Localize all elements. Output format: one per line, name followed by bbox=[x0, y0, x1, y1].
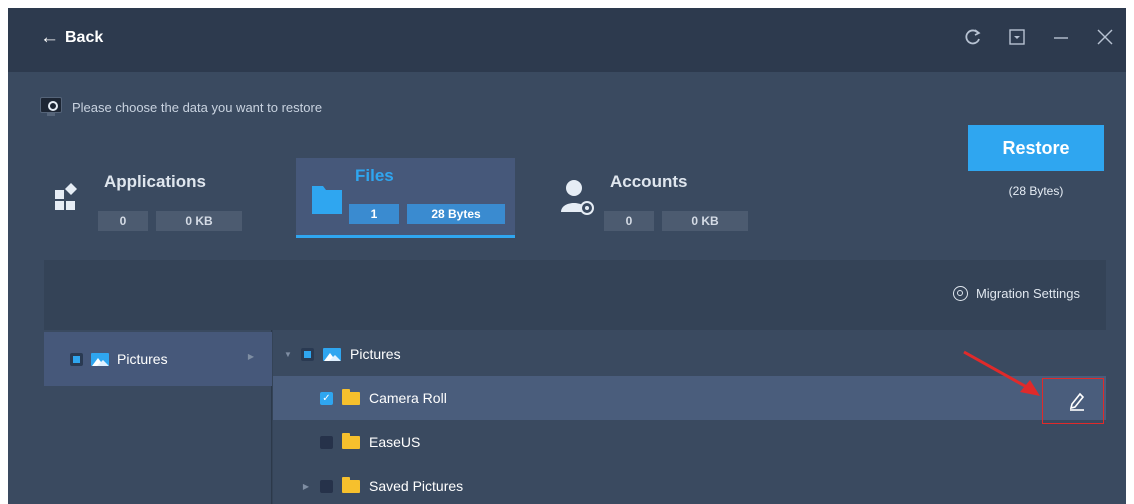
migration-settings-label: Migration Settings bbox=[975, 286, 1080, 301]
files-size-badge: 28 Bytes bbox=[407, 204, 505, 224]
checkbox[interactable] bbox=[70, 352, 83, 366]
close-icon[interactable] bbox=[1094, 26, 1116, 48]
title-bar: ← Back bbox=[8, 8, 1126, 72]
window-controls bbox=[962, 26, 1116, 48]
app-window: ← Back Please choose the data you want t… bbox=[8, 8, 1126, 504]
data-panel: Migration Settings Pictures ▶ ▼ Pictures bbox=[44, 260, 1106, 504]
refresh-icon[interactable] bbox=[962, 26, 984, 48]
restore-size-text: (28 Bytes) bbox=[1008, 184, 1064, 198]
chevron-right-icon: ▶ bbox=[247, 352, 254, 361]
edit-pencil-icon[interactable] bbox=[1069, 391, 1085, 411]
account-gear-icon bbox=[558, 178, 594, 216]
tree-row-label: EaseUS bbox=[369, 434, 421, 450]
tree-row-easeus[interactable]: EaseUS bbox=[273, 420, 1106, 464]
gear-icon bbox=[952, 286, 968, 301]
tab-applications-title: Applications bbox=[104, 172, 207, 191]
checkbox[interactable]: ✓ bbox=[320, 391, 333, 405]
panel-header: Migration Settings bbox=[44, 260, 1106, 330]
minimize-icon[interactable] bbox=[1050, 26, 1072, 48]
category-item-label: Pictures bbox=[117, 351, 168, 367]
tree-row-label: Camera Roll bbox=[369, 390, 447, 406]
pictures-icon bbox=[91, 352, 109, 366]
dropdown-box-icon[interactable] bbox=[1006, 26, 1028, 48]
accounts-count-badge: 0 bbox=[604, 211, 654, 231]
restore-button[interactable]: Restore bbox=[968, 125, 1104, 171]
migration-settings-button[interactable]: Migration Settings bbox=[952, 286, 1080, 301]
category-item-pictures[interactable]: Pictures ▶ bbox=[44, 332, 272, 386]
checkbox[interactable] bbox=[301, 347, 314, 361]
back-label: Back bbox=[65, 28, 104, 46]
restore-prompt: Please choose the data you want to resto… bbox=[40, 97, 322, 117]
tab-accounts[interactable]: Accounts 0 0 KB bbox=[548, 158, 758, 238]
chevron-right-icon[interactable]: ▶ bbox=[299, 482, 313, 491]
tree-row-saved-pictures[interactable]: ▶ Saved Pictures bbox=[273, 464, 1106, 504]
red-arrow-icon bbox=[963, 350, 1040, 396]
back-button[interactable]: ← Back bbox=[40, 28, 103, 47]
prompt-text: Please choose the data you want to resto… bbox=[72, 99, 323, 115]
back-arrow-icon: ← bbox=[40, 27, 59, 48]
files-count-badge: 1 bbox=[349, 204, 399, 224]
folder-icon bbox=[342, 388, 360, 405]
tab-files-title: Files bbox=[355, 166, 394, 185]
accounts-size-badge: 0 KB bbox=[662, 211, 748, 231]
applications-size-badge: 0 KB bbox=[156, 211, 242, 231]
tab-applications[interactable]: Applications 0 0 KB bbox=[44, 158, 252, 238]
folder-icon bbox=[342, 432, 360, 449]
tree-row-label: Pictures bbox=[350, 346, 401, 362]
tab-files[interactable]: Files 1 28 Bytes bbox=[296, 158, 515, 238]
pictures-icon bbox=[323, 347, 341, 361]
tree-row-label: Saved Pictures bbox=[369, 478, 464, 494]
folder-icon bbox=[342, 476, 360, 493]
monitor-icon bbox=[40, 97, 62, 117]
tab-accounts-title: Accounts bbox=[610, 172, 688, 191]
apps-icon bbox=[54, 182, 82, 210]
checkbox[interactable] bbox=[320, 435, 333, 449]
folder-icon bbox=[312, 182, 342, 214]
checkbox[interactable] bbox=[320, 479, 333, 493]
category-list: Pictures ▶ bbox=[44, 330, 272, 504]
applications-count-badge: 0 bbox=[98, 211, 148, 231]
chevron-down-icon[interactable]: ▼ bbox=[281, 350, 295, 359]
